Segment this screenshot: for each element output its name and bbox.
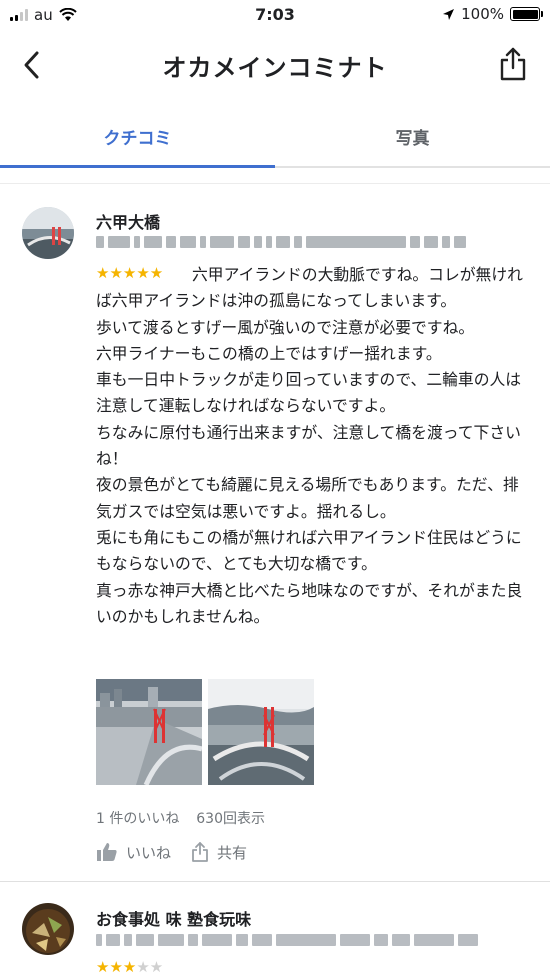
share-review-button[interactable]: 共有 [191, 841, 247, 863]
tab-bar: クチコミ 写真 [0, 108, 550, 168]
review-text-line: ちなみに原付も通行出来ますが、注意して橋を渡って下さいね！ [96, 422, 521, 469]
view-count: 630回表示 [196, 811, 265, 827]
share-icon [192, 842, 208, 862]
review-text-line: 六甲ライナーもこの橋の上ではすげー揺れます。 [96, 343, 442, 363]
status-right: 100% [442, 5, 543, 23]
tab-reviews[interactable]: クチコミ [0, 124, 275, 149]
tab-photos[interactable]: 写真 [275, 124, 550, 149]
back-button[interactable] [16, 48, 46, 82]
rating-stars: ★★★★★ [96, 958, 163, 976]
review-text-line: 兎にも角にもこの橋が無ければ六甲アイランド住民はどうにもならないので、とても大切… [96, 527, 522, 574]
review-text: 六甲アイランドの大動脈ですね。コレが無ければ六甲アイランドは沖の孤島になってしま… [96, 262, 528, 630]
share-label: 共有 [217, 843, 248, 862]
star-empty-icon: ★★ [136, 958, 164, 976]
reviewer-name[interactable]: 六甲大橋 [96, 209, 160, 233]
share-button[interactable] [498, 46, 528, 82]
reviewer-name[interactable]: お食事処 味 塾食玩味 [96, 906, 251, 930]
tab-indicator [0, 165, 275, 168]
review-photo[interactable] [208, 679, 314, 785]
review-photo[interactable] [96, 679, 202, 785]
share-icon [500, 47, 526, 81]
review-actions: いいね 共有 [96, 841, 247, 863]
review-text-line: 真っ赤な神戸大橋と比べたら地味なのですが、それがまた良いのかもしれませんね。 [96, 580, 523, 626]
location-arrow-icon [443, 8, 455, 20]
avatar[interactable] [22, 903, 74, 955]
battery-percent: 100% [461, 5, 504, 23]
like-count: 1 件のいいね [96, 811, 180, 827]
app-header: オカメインコミナト [0, 30, 550, 100]
avatar[interactable] [22, 207, 74, 259]
review-text-line: 夜の景色がとても綺麗に見える場所でもあります。ただ、排気ガスでは空気は悪いですよ… [96, 475, 519, 521]
review-photos [96, 679, 314, 785]
like-button[interactable]: いいね [96, 841, 171, 863]
thumbs-up-icon [97, 843, 117, 861]
reviewer-meta-blurred [96, 234, 466, 250]
review-text-line: 車も一日中トラックが走り回っていますので、二輪車の人は注意して運転しなければなら… [96, 370, 522, 416]
battery-icon [510, 7, 543, 21]
review-card: お食事処 味 塾食玩味 ★★★★★ [0, 882, 550, 978]
review-stats: 1 件のいいね 630回表示 [96, 808, 265, 828]
chevron-left-icon [24, 51, 39, 79]
divider [0, 183, 550, 184]
like-label: いいね [126, 843, 172, 862]
page-title: オカメインコミナト [162, 54, 388, 82]
review-text-line: 六甲アイランドの大動脈ですね。コレが無ければ六甲アイランドは沖の孤島になってしま… [96, 265, 523, 311]
reviewer-meta-blurred [96, 932, 478, 948]
star-icon: ★★★ [96, 958, 137, 976]
review-text-line: 歩いて渡るとすげー風が強いので注意が必要ですね。 [96, 317, 475, 337]
status-bar: au 7:03 100% [0, 0, 550, 30]
